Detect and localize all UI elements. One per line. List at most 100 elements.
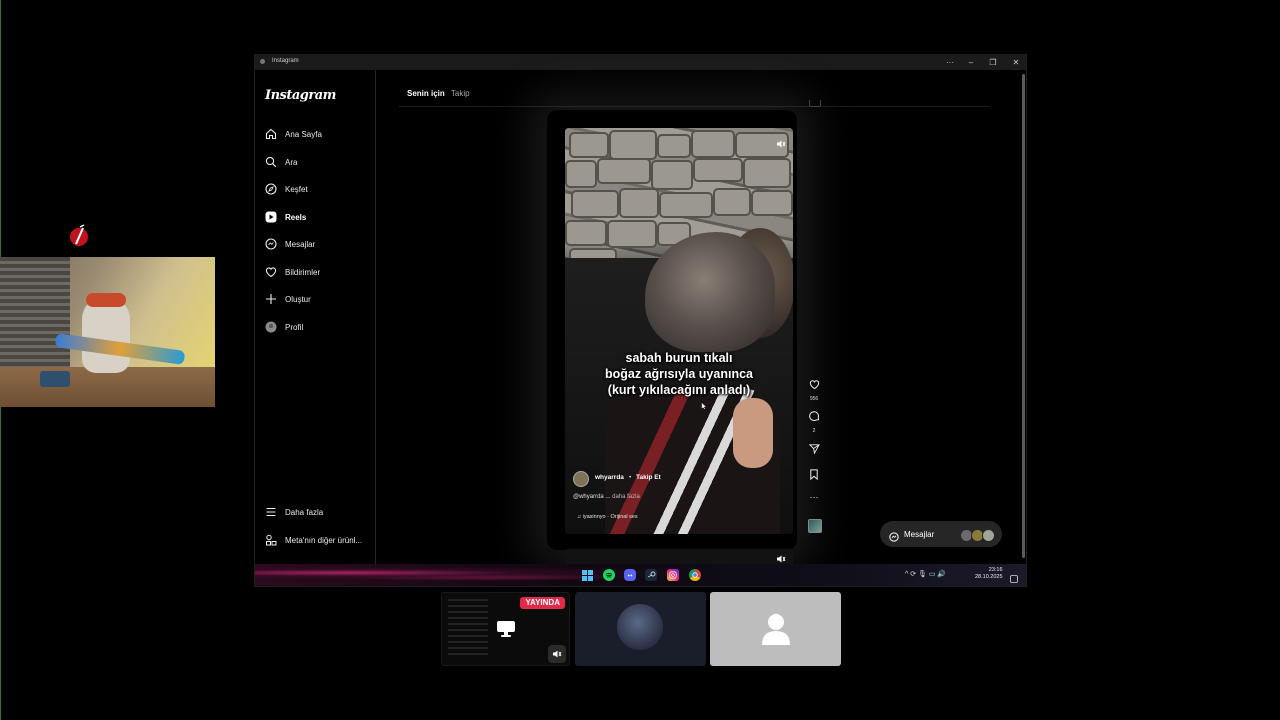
screen-share-tile[interactable]: YAYINDA — [441, 592, 570, 666]
sidebar-item-label: Keşfet — [285, 184, 308, 194]
contact-avatar — [982, 529, 995, 542]
search-icon — [265, 156, 277, 168]
sidebar-item-explore[interactable]: Keşfet — [265, 179, 373, 199]
caption-line: (kurt yıkılacağını anladı) — [607, 383, 751, 397]
messages-pill[interactable]: Mesajlar — [880, 521, 1002, 547]
heart-icon — [809, 380, 819, 390]
scrollbar-thumb[interactable] — [1022, 74, 1025, 558]
sidebar-item-create[interactable]: Oluştur — [265, 289, 373, 309]
more-options-icon[interactable]: ··· — [806, 493, 822, 502]
reel-description: @whyarrda ... daha fazla — [573, 494, 640, 500]
hand — [733, 398, 773, 468]
app-icon — [260, 59, 265, 64]
sidebar-item-profile[interactable]: Profil — [265, 317, 373, 337]
sidebar-item-label: Ara — [285, 157, 298, 167]
window-title: Instagram — [272, 58, 299, 64]
follow-button[interactable]: Takip Et — [636, 474, 661, 481]
scrollbar[interactable] — [1021, 70, 1026, 565]
sidebar-item-messages[interactable]: Mesajlar — [265, 234, 373, 254]
save-button[interactable] — [806, 467, 822, 485]
messenger-icon — [265, 238, 277, 250]
stream-logo-icon — [68, 224, 90, 248]
participant-placeholder-tile[interactable] — [710, 592, 841, 666]
sidebar-item-reels[interactable]: Reels — [265, 207, 373, 227]
clock-date: 28.10.2025 — [975, 574, 1003, 580]
system-tray[interactable]: ^ ⟳ 🎙 ▭ 🔊 — [905, 570, 946, 578]
send-icon — [808, 444, 820, 455]
comment-icon — [808, 411, 819, 421]
sidebar-item-label: Profil — [285, 322, 304, 332]
stream-muted-icon[interactable] — [548, 645, 566, 663]
windows-start-icon[interactable] — [581, 569, 593, 581]
title-bar: Instagram ··· – ❐ ✕ — [255, 55, 1026, 70]
creator-avatar[interactable] — [573, 471, 589, 487]
minimize-button[interactable]: – — [964, 57, 978, 68]
home-icon — [265, 128, 277, 140]
heart-icon — [265, 266, 277, 278]
discord-icon[interactable] — [624, 569, 636, 581]
tab-following[interactable]: Takip — [451, 89, 470, 98]
sidebar-item-label: Ana Sayfa — [285, 129, 322, 139]
follow-separator: • — [629, 474, 632, 481]
cat-hat — [86, 293, 126, 307]
description-text: @whyarrda ... — [573, 494, 611, 500]
audio-attribution[interactable]: ♫ iyasinnyo · Orijinal ses — [577, 514, 638, 520]
toy-box — [40, 371, 70, 387]
sidebar-item-label: Mesajlar — [285, 239, 316, 249]
user-placeholder-icon — [760, 612, 792, 651]
creator-username[interactable]: whyarrda — [595, 474, 624, 481]
feed-divider — [399, 106, 989, 107]
screen-share-preview — [448, 599, 488, 659]
caption-line: boğaz ağrısıyla uyanınca — [605, 367, 753, 381]
chrome-icon[interactable] — [689, 569, 701, 581]
instagram-taskbar-icon[interactable] — [667, 569, 679, 581]
reel-caption: sabah burun tıkalı boğaz ağrısıyla uyanı… — [565, 350, 793, 398]
window-menu-button[interactable]: ··· — [943, 57, 957, 68]
notification-icon[interactable] — [1010, 570, 1018, 583]
spotify-icon[interactable] — [603, 569, 615, 581]
cat-body — [82, 297, 130, 373]
sidebar-item-label: Reels — [285, 212, 307, 222]
close-button[interactable]: ✕ — [1009, 57, 1023, 68]
instagram-logo[interactable]: Instagram — [265, 88, 336, 103]
meta-apps-icon — [265, 534, 277, 546]
sidebar-item-search[interactable]: Ara — [265, 152, 373, 172]
menu-icon — [265, 506, 277, 518]
caption-line: sabah burun tıkalı — [625, 351, 733, 365]
instagram-window: Instagram ··· – ❐ ✕ Instagram Ana Sayfa … — [254, 54, 1027, 587]
reels-icon — [265, 211, 277, 223]
maximize-button[interactable]: ❐ — [986, 57, 1000, 68]
share-button[interactable] — [806, 441, 822, 459]
windows-taskbar: ^ ⟳ 🎙 ▭ 🔊 23:16 28.10.2025 — [255, 564, 1026, 586]
compass-icon — [265, 183, 277, 195]
clock-time: 23:16 — [988, 567, 1003, 573]
sidebar-item-notifications[interactable]: Bildirimler — [265, 262, 373, 282]
monitor-icon — [496, 620, 516, 643]
like-button[interactable]: 956 — [806, 377, 822, 402]
sidebar-item-home[interactable]: Ana Sayfa — [265, 124, 373, 144]
tab-for-you[interactable]: Senin için — [407, 89, 445, 98]
next-reel-preview[interactable] — [565, 549, 793, 564]
sidebar-item-meta-apps[interactable]: Meta'nın diğer ürünl... — [265, 530, 373, 550]
volume-icon[interactable] — [776, 136, 786, 148]
more-link[interactable]: daha fazla — [612, 494, 640, 500]
sidebar-item-label: Daha fazla — [285, 507, 324, 517]
cat-video-overlay — [0, 257, 215, 407]
mouse-cursor-icon — [701, 397, 708, 410]
reel-video[interactable]: sabah burun tıkalı boğaz ağrısıyla uyanı… — [565, 128, 793, 534]
participant-camera-tile[interactable] — [575, 592, 706, 666]
comment-count: 2 — [812, 428, 816, 434]
participant-avatar — [617, 604, 663, 650]
steam-icon[interactable] — [645, 569, 657, 581]
avatar-icon — [265, 321, 277, 333]
bookmark-icon — [810, 469, 818, 481]
sidebar-item-more[interactable]: Daha fazla — [265, 502, 373, 522]
taskbar-clock[interactable]: 23:16 28.10.2025 — [975, 567, 1003, 581]
audio-thumbnail[interactable] — [808, 519, 822, 533]
live-badge: YAYINDA — [520, 597, 565, 609]
plus-icon — [265, 293, 277, 305]
comment-button[interactable]: 2 — [806, 409, 822, 434]
sidebar-item-label: Oluştur — [285, 294, 311, 304]
previous-reel-edge — [809, 100, 821, 107]
feed-tabs: Senin için Takip — [407, 89, 470, 98]
